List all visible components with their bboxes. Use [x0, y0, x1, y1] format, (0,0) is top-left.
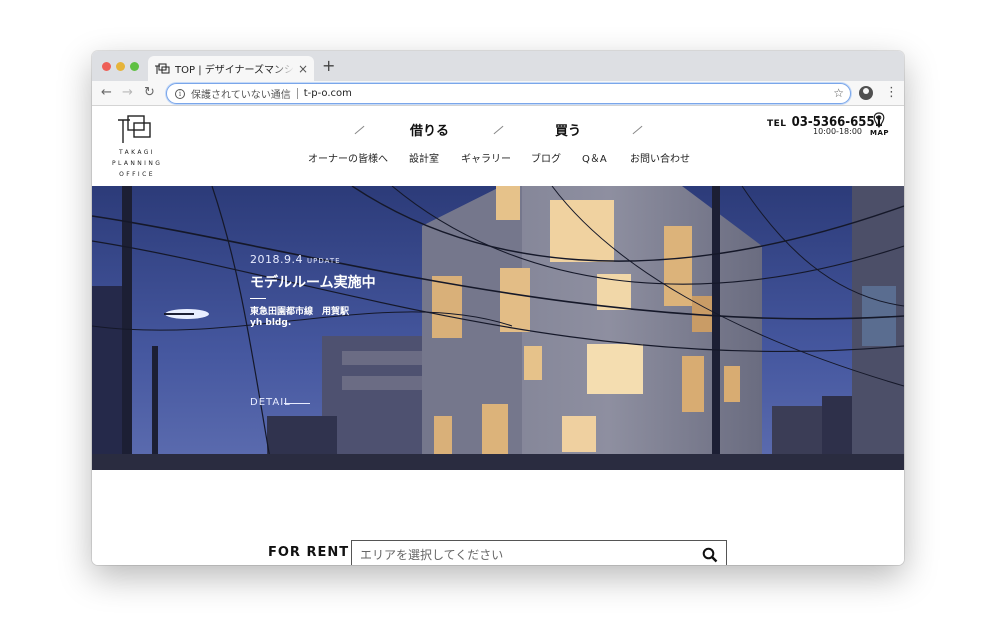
browser-window: TOP | デザイナーズマンション・デザイナーズ賃貸 × + ← → ↻ i 保…	[92, 51, 904, 565]
hero-station: 東急田園都市線 用賀駅	[250, 307, 350, 317]
browser-toolbar: ← → ↻ i 保護されていない通信 t-p-o.com ☆ ⋮	[92, 81, 904, 106]
hero-photo	[92, 186, 904, 470]
search-icon[interactable]	[702, 547, 718, 563]
security-status: 保護されていない通信	[191, 90, 291, 101]
hero-divider	[250, 298, 266, 299]
update-date: 2018.9.4	[250, 253, 303, 266]
hero-title: モデルルーム実施中	[250, 275, 376, 291]
nav-divider	[354, 125, 365, 135]
forward-icon[interactable]: →	[122, 85, 133, 101]
nav-owners[interactable]: オーナーの皆様へ	[308, 150, 388, 165]
logo-mark[interactable]	[114, 114, 156, 144]
hero-date: 2018.9.4 UPDATE	[250, 248, 341, 267]
nav-gallery[interactable]: ギャラリー	[461, 150, 511, 165]
map-pin-icon[interactable]	[873, 112, 885, 128]
site-header: TAKAGI PLANNING OFFICE 借りる 買う オーナーの皆様へ 設…	[92, 107, 904, 186]
star-icon[interactable]: ☆	[833, 86, 844, 100]
nav-divider	[493, 125, 504, 135]
logo-text[interactable]: TAKAGI PLANNING OFFICE	[112, 147, 162, 180]
tab-title: TOP | デザイナーズマンション・デザイナーズ賃貸	[175, 65, 294, 76]
profile-icon[interactable]	[859, 86, 873, 100]
info-icon[interactable]: i	[175, 88, 185, 99]
menu-icon[interactable]: ⋮	[885, 85, 898, 101]
tab-close-icon[interactable]: ×	[298, 63, 308, 75]
nav-contact[interactable]: お問い合わせ	[630, 150, 690, 165]
new-tab-button[interactable]: +	[322, 58, 335, 74]
business-hours: 10:00-18:00	[813, 127, 862, 136]
nav-blog[interactable]: ブログ	[531, 150, 561, 165]
update-label: UPDATE	[306, 257, 341, 265]
area-search-input[interactable]	[360, 548, 702, 562]
favicon-icon	[155, 63, 170, 74]
back-icon[interactable]: ←	[101, 85, 112, 101]
map-label[interactable]: MAP	[870, 129, 889, 137]
browser-tab[interactable]: TOP | デザイナーズマンション・デザイナーズ賃貸 ×	[148, 56, 314, 81]
nav-divider	[632, 125, 643, 135]
minimize-window-button[interactable]	[116, 62, 125, 71]
url-text[interactable]: t-p-o.com	[304, 88, 352, 99]
nav-qa[interactable]: Q＆A	[582, 150, 607, 165]
address-separator	[296, 88, 298, 99]
close-window-button[interactable]	[102, 62, 111, 71]
nav-rent[interactable]: 借りる	[410, 120, 449, 139]
hero-banner[interactable]: 2018.9.4 UPDATE モデルルーム実施中 東急田園都市線 用賀駅 yh …	[92, 186, 904, 470]
maximize-window-button[interactable]	[130, 62, 139, 71]
detail-arrow-icon[interactable]	[284, 403, 310, 404]
hero-building-name: yh bldg.	[250, 318, 292, 328]
reload-icon[interactable]: ↻	[144, 85, 155, 101]
address-bar[interactable]: i 保護されていない通信 t-p-o.com ☆	[166, 83, 851, 104]
area-search-box[interactable]	[351, 540, 727, 565]
for-rent-label: FOR RENT	[268, 545, 350, 560]
nav-design-office[interactable]: 設計室	[409, 150, 439, 165]
web-page: TAKAGI PLANNING OFFICE 借りる 買う オーナーの皆様へ 設…	[92, 107, 904, 565]
tel-label: TEL	[767, 119, 787, 129]
nav-buy[interactable]: 買う	[555, 120, 581, 139]
tab-strip: TOP | デザイナーズマンション・デザイナーズ賃貸 × +	[92, 51, 904, 81]
